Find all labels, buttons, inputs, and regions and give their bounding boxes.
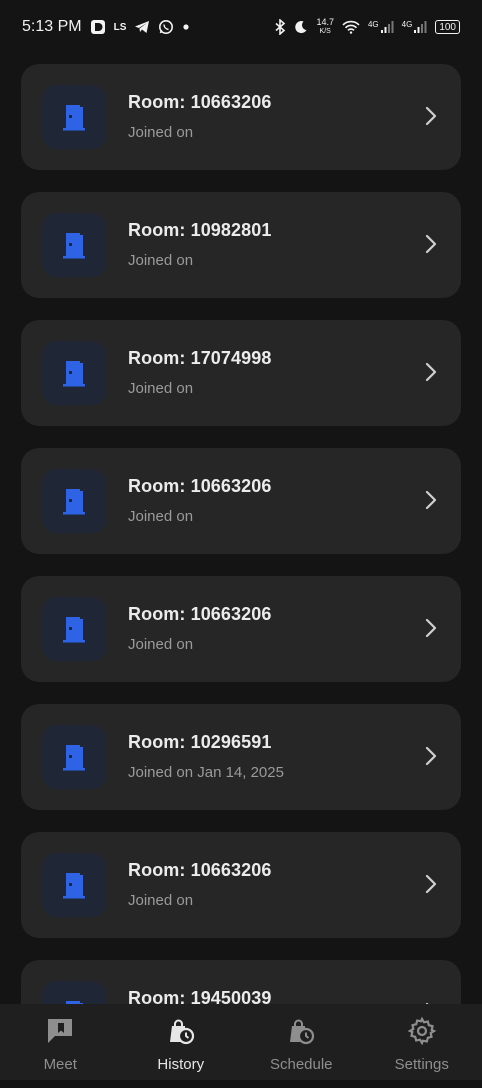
- signal-icon-2: 4G: [402, 20, 428, 34]
- d-app-icon: [90, 19, 106, 35]
- bluetooth-icon: [274, 19, 286, 35]
- room-joined-date: Joined on: [128, 508, 194, 525]
- room-title: Room: 10663206: [128, 92, 272, 112]
- data-speed: 14.7 K/S: [316, 17, 334, 36]
- wifi-icon: [342, 20, 360, 34]
- room-title: Room: 10663206: [128, 860, 272, 880]
- nav-meet[interactable]: Meet: [0, 1004, 120, 1080]
- whatsapp-icon: [158, 19, 174, 35]
- chevron-right-icon[interactable]: [425, 234, 437, 258]
- room-card[interactable]: Room: 10663206 Joined on: [21, 576, 461, 682]
- chevron-right-icon[interactable]: [425, 490, 437, 514]
- nav-settings[interactable]: Settings: [362, 1004, 482, 1080]
- door-icon: [42, 469, 106, 533]
- room-title: Room: 10296591: [128, 732, 272, 752]
- moon-icon: [294, 20, 308, 34]
- chevron-right-icon[interactable]: [425, 618, 437, 642]
- bag-clock-icon: [166, 1016, 196, 1050]
- nav-settings-label: Settings: [394, 1056, 449, 1073]
- nav-schedule-label: Schedule: [269, 1056, 333, 1073]
- gear-icon: [407, 1016, 437, 1050]
- door-icon: [42, 853, 106, 917]
- room-joined-date: Joined on: [128, 252, 194, 269]
- nav-history[interactable]: History: [121, 1004, 241, 1080]
- telegram-icon: [134, 20, 150, 34]
- room-title: Room: 17074998: [128, 348, 272, 368]
- room-joined-date: Joined on: [128, 380, 194, 397]
- status-bar: 5:13 PM LS 14.7 K/S 4G 4G 100: [0, 0, 482, 54]
- signal-icon-1: 4G: [368, 20, 394, 34]
- bag-clock-icon: [286, 1016, 316, 1050]
- chevron-right-icon[interactable]: [425, 746, 437, 770]
- status-time: 5:13 PM: [22, 18, 82, 35]
- room-history-list: Room: 10663206 Joined on Room: 10982801 …: [21, 64, 461, 1088]
- room-card[interactable]: Room: 10296591 Joined on Jan 14, 2025: [21, 704, 461, 810]
- room-title: Room: 10663206: [128, 604, 272, 624]
- chevron-right-icon[interactable]: [425, 106, 437, 130]
- bottom-navigation: Meet History Schedule Settings: [0, 1004, 482, 1080]
- door-icon: [42, 213, 106, 277]
- door-icon: [42, 597, 106, 661]
- room-joined-date: Joined on: [128, 892, 194, 909]
- room-card[interactable]: Room: 10663206 Joined on: [21, 64, 461, 170]
- room-joined-date: Joined on Jan 14, 2025: [128, 764, 284, 781]
- nav-history-label: History: [157, 1056, 205, 1073]
- room-card[interactable]: Room: 10663206 Joined on: [21, 832, 461, 938]
- battery-indicator: 100: [435, 20, 460, 34]
- room-joined-date: Joined on: [128, 636, 194, 653]
- room-card[interactable]: Room: 10663206 Joined on: [21, 448, 461, 554]
- room-title: Room: 10663206: [128, 476, 272, 496]
- door-icon: [42, 725, 106, 789]
- room-title: Room: 10982801: [128, 220, 272, 240]
- nav-schedule[interactable]: Schedule: [241, 1004, 361, 1080]
- room-card[interactable]: Room: 10982801 Joined on: [21, 192, 461, 298]
- chevron-right-icon[interactable]: [425, 362, 437, 386]
- room-card[interactable]: Room: 17074998 Joined on: [21, 320, 461, 426]
- room-joined-date: Joined on: [128, 124, 194, 141]
- door-icon: [42, 85, 106, 149]
- door-icon: [42, 341, 106, 405]
- chat-icon: [45, 1016, 75, 1050]
- ls-icon: LS: [113, 21, 127, 33]
- chevron-right-icon[interactable]: [425, 874, 437, 898]
- nav-meet-label: Meet: [43, 1056, 77, 1073]
- notification-dot-icon: [182, 23, 190, 31]
